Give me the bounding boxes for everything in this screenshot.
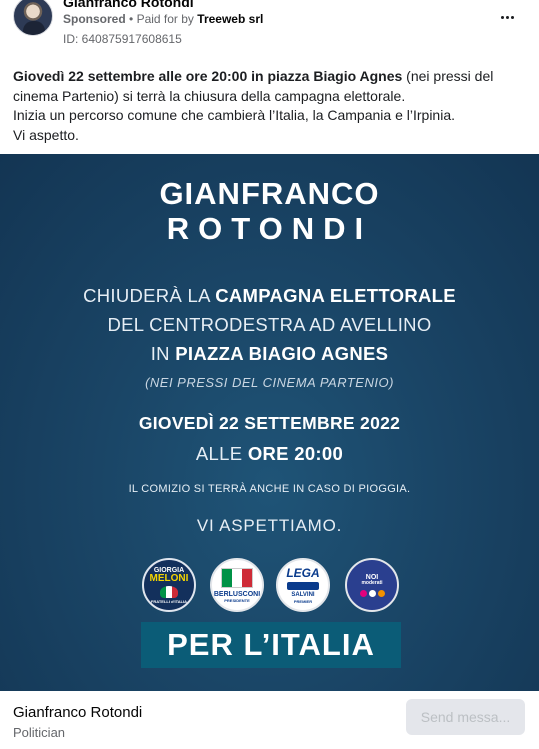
fratelli-italia-logo: GIORGIA MELONI FRATELLI d'ITALIA (142, 558, 196, 612)
creative-time: ALLE ORE 20:00 (0, 443, 539, 465)
creative-name-last: ROTONDI (166, 211, 373, 246)
fdi-text-3: FRATELLI d'ITALIA (150, 598, 188, 604)
lega-logo: LEGA SALVINI PREMIER (276, 558, 330, 612)
more-options-button[interactable] (496, 6, 518, 28)
lega-text-1: LEGA (286, 565, 320, 580)
creative-time-bold: ORE 20:00 (247, 443, 344, 464)
creative-line-3: IN PIAZZA BIAGIO AGNES (0, 343, 539, 365)
creative-line-3-bold: PIAZZA BIAGIO AGNES (175, 343, 389, 364)
fdi-text-2: MELONI (149, 572, 189, 584)
post-line-1: Giovedì 22 settembre alle ore 20:00 in p… (13, 67, 523, 106)
lega-banner (287, 581, 319, 590)
advertiser-name[interactable]: Gianfranco Rotondi (63, 0, 194, 10)
ad-footer: Gianfranco Rotondi Politician Send messa… (0, 691, 539, 749)
ad-header: Gianfranco Rotondi Sponsored • Paid for … (0, 0, 539, 52)
party-logos: GIORGIA MELONI FRATELLI d'ITALIA BERLUSC… (140, 558, 406, 614)
creative-line-1-bold: CAMPAGNA ELETTORALE (215, 285, 456, 306)
ad-card: Gianfranco Rotondi Sponsored • Paid for … (0, 0, 539, 749)
creative-date: GIOVEDÌ 22 SETTEMBRE 2022 (138, 413, 401, 433)
creative-line-1: CHIUDERÀ LA CAMPAGNA ELETTORALE (0, 285, 539, 307)
noi-moderati-logo: NOI moderati (345, 558, 399, 612)
creative-rain-note: IL COMIZIO SI TERRÀ ANCHE IN CASO DI PIO… (128, 483, 411, 495)
fi-text-1: BERLUSCONI (213, 590, 261, 598)
payer-name: Treeweb srl (197, 12, 264, 26)
advertiser-avatar[interactable] (13, 0, 53, 36)
creative-line-4: (NEI PRESSI DEL CINEMA PARTENIO) (145, 375, 394, 390)
sponsor-line: Sponsored • Paid for by Treeweb srl (63, 12, 263, 26)
creative-closing: VI ASPETTIAMO. (196, 516, 343, 535)
separator: • (129, 12, 134, 26)
sponsored-label: Sponsored (63, 12, 126, 26)
lega-text-2: SALVINI (291, 591, 315, 598)
post-line-3: Vi aspetto. (13, 126, 79, 143)
ad-creative-image[interactable]: GIANFRANCO ROTONDI CHIUDERÀ LA CAMPAGNA … (0, 154, 539, 691)
nm-text-2: moderati (361, 579, 383, 586)
flame-icon (160, 585, 178, 598)
send-message-button[interactable]: Send messa... (406, 699, 525, 735)
post-line-2: Inizia un percorso comune che cambierà l… (13, 107, 455, 123)
ad-id: ID: 640875917608615 (63, 32, 182, 46)
footer-page-category: Politician (13, 725, 66, 740)
creative-time-pre: ALLE (195, 443, 248, 464)
post-text: Giovedì 22 settembre alle ore 20:00 in p… (13, 67, 523, 145)
creative-line-3-pre: IN (150, 343, 176, 364)
forza-italia-logo: BERLUSCONI PRESIDENTE (210, 558, 264, 612)
post-line-1-bold: Giovedì 22 settembre alle ore 20:00 in p… (13, 68, 403, 84)
paid-for-label: Paid for by (136, 12, 194, 26)
fi-text-2: PRESIDENTE (224, 597, 250, 603)
party-dots-icon (359, 589, 385, 597)
italian-flag-icon (221, 567, 253, 588)
lega-text-3: PREMIER (293, 598, 313, 604)
creative-slogan: PER L’ITALIA (141, 622, 401, 668)
creative-name-first: GIANFRANCO (159, 176, 380, 211)
creative-line-2: DEL CENTRODESTRA AD AVELLINO (107, 314, 432, 335)
footer-page-name[interactable]: Gianfranco Rotondi (13, 704, 142, 721)
more-horizontal-icon (500, 15, 514, 19)
creative-line-1-pre: CHIUDERÀ LA (83, 285, 216, 306)
